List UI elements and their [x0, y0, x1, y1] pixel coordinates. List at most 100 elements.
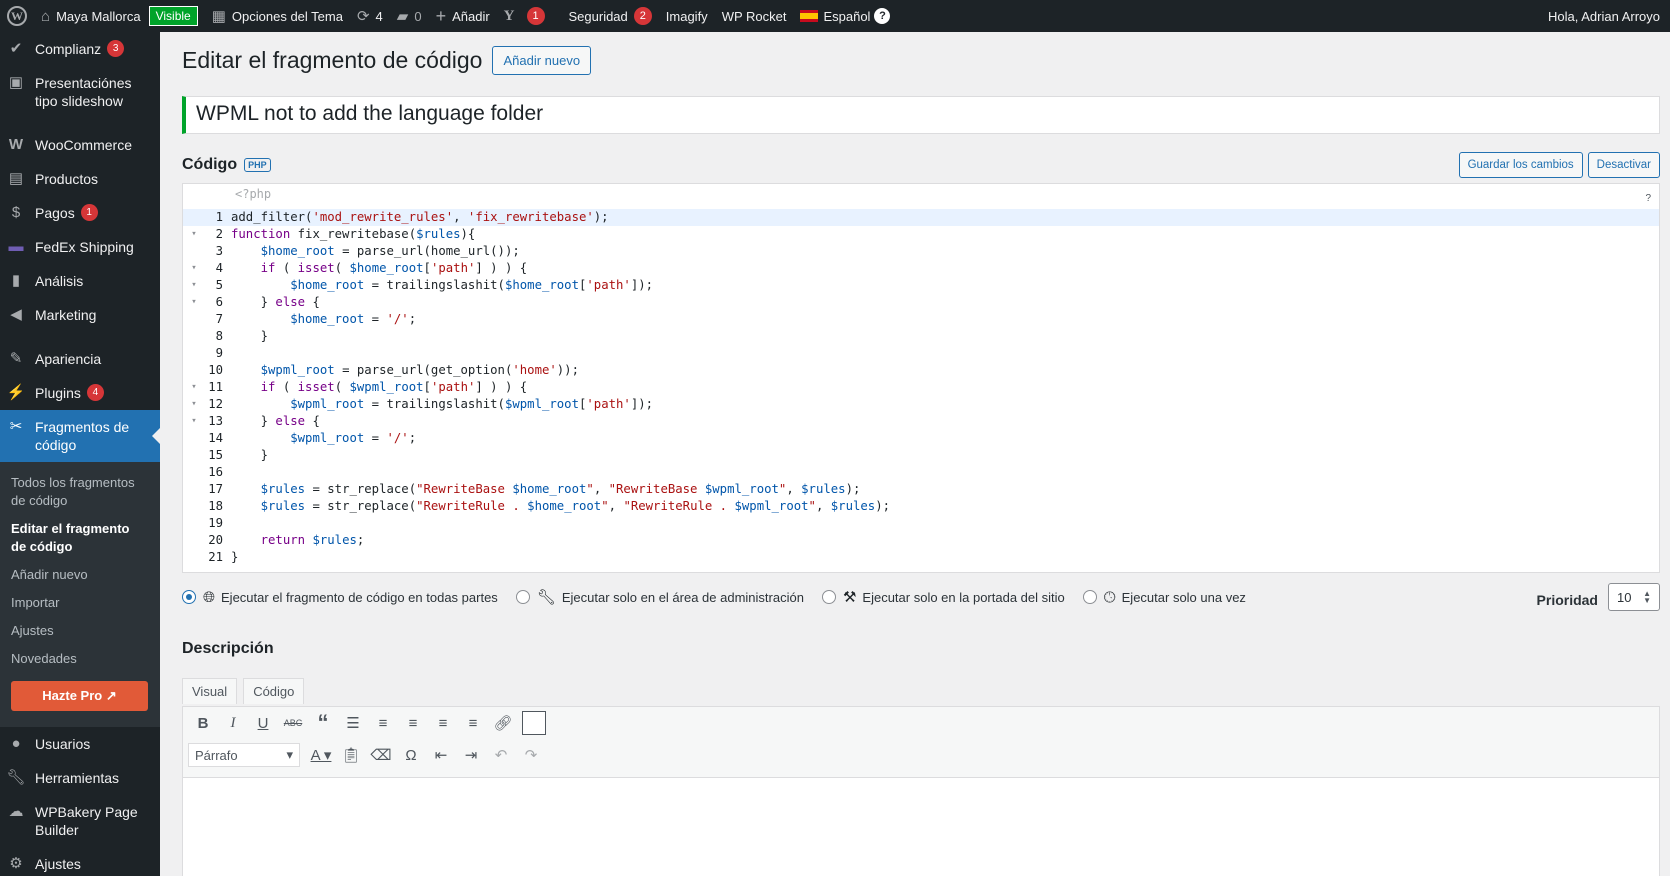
- sidebar-item-apariencia[interactable]: ✎ Apariencia: [0, 342, 160, 376]
- fold-arrow-icon[interactable]: ▾: [183, 294, 205, 311]
- sidebar-item-complianz[interactable]: ✔ Complianz 3: [0, 32, 160, 66]
- sidebar-item-herramientas[interactable]: 🔧︎ Herramientas: [0, 761, 160, 795]
- run-option-2[interactable]: ⚒ Ejecutar solo en la portada del sitio: [821, 588, 1065, 606]
- outdent-icon[interactable]: ⇤: [426, 741, 456, 769]
- special-character-icon[interactable]: Ω: [396, 741, 426, 769]
- code-line[interactable]: 9: [183, 345, 1659, 362]
- italic-icon[interactable]: I: [218, 709, 248, 737]
- spinner-arrows-icon[interactable]: ▲ ▼: [1643, 590, 1651, 605]
- bold-icon[interactable]: B: [188, 709, 218, 737]
- run-option-3[interactable]: 🕓︎ Ejecutar solo una vez: [1082, 589, 1246, 606]
- radio-button[interactable]: [515, 590, 530, 604]
- fold-arrow-icon[interactable]: ▾: [183, 413, 205, 430]
- code-line[interactable]: 3 $home_root = parse_url(home_url());: [183, 243, 1659, 260]
- run-option-1[interactable]: 🔧︎ Ejecutar solo en el área de administra…: [515, 588, 804, 606]
- imagify-menu[interactable]: Imagify: [659, 0, 715, 32]
- yoast-menu[interactable]: Y 1: [497, 0, 552, 32]
- numbered-list-icon[interactable]: ≡: [368, 709, 398, 737]
- code-line[interactable]: 20 return $rules;: [183, 532, 1659, 549]
- hazte-pro-button[interactable]: Hazte Pro ↗: [11, 681, 148, 711]
- fold-arrow-icon[interactable]: ▾: [183, 226, 205, 243]
- fold-arrow-icon[interactable]: ▾: [183, 379, 205, 396]
- description-content-area[interactable]: [183, 777, 1659, 876]
- fullscreen-toggle-icon[interactable]: [522, 711, 546, 735]
- sidebar-item-ajustes[interactable]: ⚙ Ajustes: [0, 847, 160, 876]
- radio-button[interactable]: [182, 590, 196, 604]
- code-line[interactable]: 21}: [183, 549, 1659, 566]
- code-line[interactable]: 14 $wpml_root = '/';: [183, 430, 1659, 447]
- sidebar-item-fedex[interactable]: ▬ FedEx Shipping: [0, 230, 160, 264]
- wp-logo-menu[interactable]: W: [0, 0, 34, 32]
- code-line[interactable]: ▾ 2 function fix_rewritebase($rules){: [183, 226, 1659, 243]
- sidebar-item-woocommerce[interactable]: W WooCommerce: [0, 128, 160, 162]
- sidebar-item-fragmentos[interactable]: ✂ Fragmentos de código: [0, 410, 160, 462]
- sidebar-item-slideshow[interactable]: ▣ Presentaciónes tipo slideshow: [0, 66, 160, 118]
- submenu-settings[interactable]: Ajustes: [0, 617, 160, 645]
- submenu-news[interactable]: Novedades: [0, 645, 160, 673]
- code-line[interactable]: ▾ 12 $wpml_root = trailingslashit($wpml_r…: [183, 396, 1659, 413]
- clear-formatting-icon[interactable]: ⌫: [366, 741, 396, 769]
- code-editor[interactable]: <?php ? 1 add_filter('mod_rewrite_rules',…: [182, 183, 1660, 573]
- blockquote-icon[interactable]: “: [308, 709, 338, 737]
- code-line[interactable]: ▾ 13 } else {: [183, 413, 1659, 430]
- code-line[interactable]: 8 }: [183, 328, 1659, 345]
- code-line[interactable]: ▾ 11 if ( isset( $wpml_root['path'] ) ) {: [183, 379, 1659, 396]
- submenu-all-snippets[interactable]: Todos los fragmentos de código: [0, 469, 160, 515]
- radio-button[interactable]: [1082, 590, 1097, 604]
- editor-help-icon[interactable]: ?: [1645, 193, 1651, 204]
- save-changes-button[interactable]: Guardar los cambios: [1458, 152, 1583, 178]
- tab-visual[interactable]: Visual: [182, 678, 238, 704]
- format-select[interactable]: Párrafo ▾: [188, 743, 300, 767]
- comments-menu[interactable]: ▰ 0: [390, 0, 429, 32]
- run-option-0[interactable]: 🌐︎ Ejecutar el fragmento de código en tod…: [182, 589, 498, 606]
- account-menu[interactable]: Hola, Adrian Arroyo: [1541, 0, 1670, 32]
- submenu-import[interactable]: Importar: [0, 589, 160, 617]
- paste-text-icon[interactable]: 📋︎: [336, 741, 366, 769]
- sidebar-item-plugins[interactable]: ⚡ Plugins 4: [0, 376, 160, 410]
- priority-input[interactable]: 10 ▲ ▼: [1608, 583, 1660, 611]
- code-line[interactable]: ▾ 6 } else {: [183, 294, 1659, 311]
- code-line[interactable]: 7 $home_root = '/';: [183, 311, 1659, 328]
- link-icon[interactable]: 🔗︎: [488, 709, 518, 737]
- code-line[interactable]: 1 add_filter('mod_rewrite_rules', 'fix_re…: [183, 209, 1659, 226]
- sidebar-item-analisis[interactable]: ▮ Análisis: [0, 264, 160, 298]
- theme-options-menu[interactable]: ▦ Opciones del Tema: [205, 0, 350, 32]
- snippet-title-input[interactable]: WPML not to add the language folder: [182, 96, 1660, 134]
- deactivate-button[interactable]: Desactivar: [1587, 152, 1660, 178]
- add-new-menu[interactable]: + Añadir: [429, 0, 497, 32]
- sidebar-item-productos[interactable]: ▤ Productos: [0, 162, 160, 196]
- bullet-list-icon[interactable]: ☰: [338, 709, 368, 737]
- add-new-button[interactable]: Añadir nuevo: [492, 46, 592, 75]
- underline-icon[interactable]: U: [248, 709, 278, 737]
- sidebar-item-pagos[interactable]: $ Pagos 1: [0, 196, 160, 230]
- align-center-icon[interactable]: ≡: [428, 709, 458, 737]
- tab-code[interactable]: Código: [243, 678, 305, 704]
- strikethrough-icon[interactable]: ABC: [278, 709, 308, 737]
- code-line[interactable]: 10 $wpml_root = parse_url(get_option('ho…: [183, 362, 1659, 379]
- wp-rocket-menu[interactable]: WP Rocket: [715, 0, 794, 32]
- code-line[interactable]: 18 $rules = str_replace("RewriteRule . $…: [183, 498, 1659, 515]
- fold-arrow-icon[interactable]: ▾: [183, 396, 205, 413]
- align-left-icon[interactable]: ≡: [398, 709, 428, 737]
- radio-button[interactable]: [821, 590, 836, 604]
- sidebar-item-usuarios[interactable]: ● Usuarios: [0, 727, 160, 761]
- code-line[interactable]: 19: [183, 515, 1659, 532]
- code-line[interactable]: 15 }: [183, 447, 1659, 464]
- language-menu[interactable]: Español ?: [793, 0, 897, 32]
- code-line[interactable]: 16: [183, 464, 1659, 481]
- sidebar-item-wpbakery[interactable]: ☁ WPBakery Page Builder: [0, 795, 160, 847]
- code-line[interactable]: ▾ 4 if ( isset( $home_root['path'] ) ) {: [183, 260, 1659, 277]
- submenu-add-new[interactable]: Añadir nuevo: [0, 561, 160, 589]
- align-right-icon[interactable]: ≡: [458, 709, 488, 737]
- updates-menu[interactable]: ⟳ 4: [350, 0, 390, 32]
- sidebar-item-marketing[interactable]: ◀ Marketing: [0, 298, 160, 332]
- text-color-icon[interactable]: A ▾: [306, 741, 336, 769]
- site-name-menu[interactable]: ⌂ Maya Mallorca Visible: [34, 0, 205, 32]
- redo-icon[interactable]: ↷: [516, 741, 546, 769]
- fold-arrow-icon[interactable]: ▾: [183, 260, 205, 277]
- code-line[interactable]: ▾ 5 $home_root = trailingslashit($home_ro…: [183, 277, 1659, 294]
- indent-icon[interactable]: ⇥: [456, 741, 486, 769]
- submenu-edit-snippet[interactable]: Editar el fragmento de código: [0, 515, 160, 561]
- fold-arrow-icon[interactable]: ▾: [183, 277, 205, 294]
- undo-icon[interactable]: ↶: [486, 741, 516, 769]
